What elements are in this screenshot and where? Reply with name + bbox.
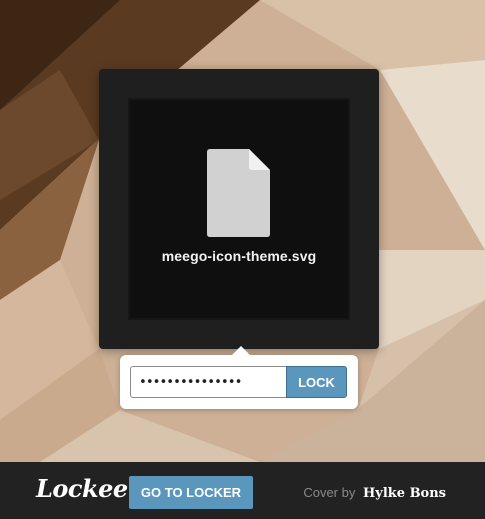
lock-form: LOCK xyxy=(120,346,358,409)
file-icon xyxy=(207,149,270,237)
bubble-pointer xyxy=(232,346,250,355)
file-preview: meego-icon-theme.svg xyxy=(128,98,350,320)
file-name: meego-icon-theme.svg xyxy=(161,248,317,264)
page: meego-icon-theme.svg LOCK Lockee GO TO L… xyxy=(0,0,485,519)
lock-button[interactable]: LOCK xyxy=(286,366,347,398)
go-to-locker-button[interactable]: GO TO LOCKER xyxy=(129,476,253,509)
password-input[interactable] xyxy=(130,366,286,398)
file-card: meego-icon-theme.svg xyxy=(99,69,379,349)
cover-credit-prefix: Cover by xyxy=(303,485,356,500)
cover-credit: Cover by Hylke Bons xyxy=(303,485,446,501)
cover-author-link[interactable]: Hylke Bons xyxy=(363,486,446,501)
footer: Lockee GO TO LOCKER Cover by Hylke Bons xyxy=(0,462,485,519)
lockee-logo[interactable]: Lockee xyxy=(36,474,128,503)
